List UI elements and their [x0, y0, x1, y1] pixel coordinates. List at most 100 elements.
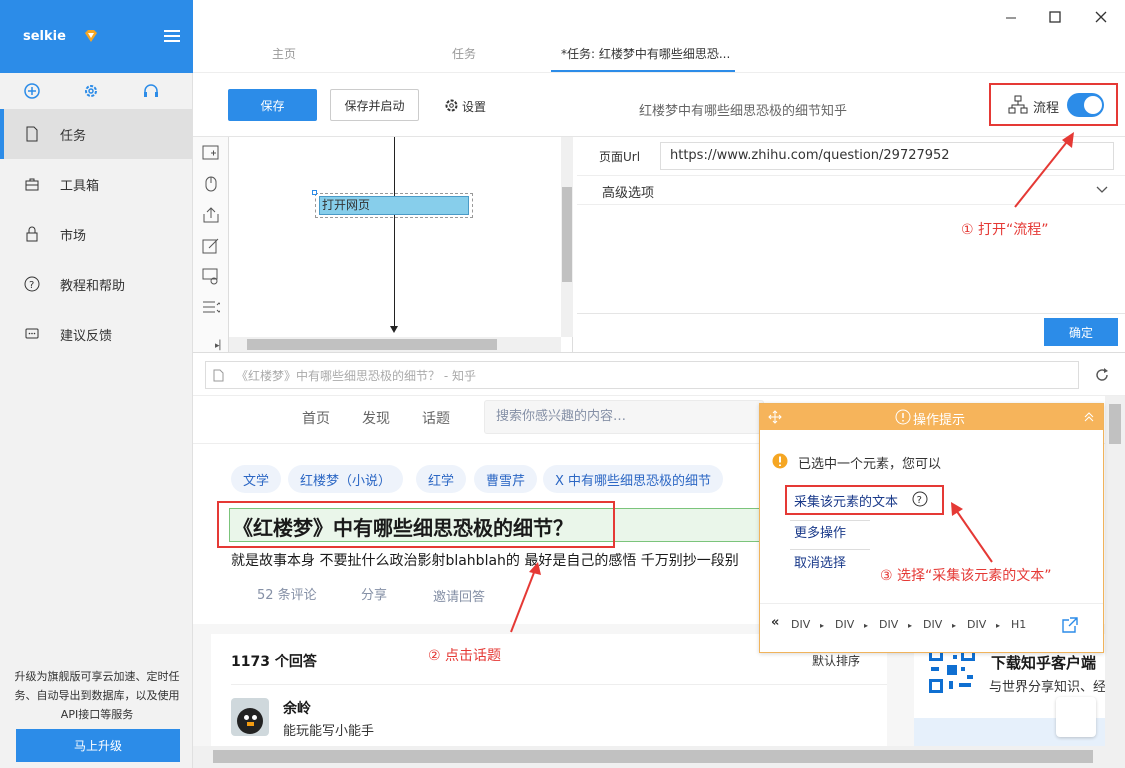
- topic-tag[interactable]: 文学: [231, 465, 282, 493]
- answers-count: 1173 个回答: [231, 654, 317, 670]
- scroll-thumb[interactable]: [247, 339, 497, 350]
- collapse-up-icon[interactable]: [1083, 411, 1095, 423]
- new-window-icon[interactable]: [202, 144, 220, 162]
- scroll-thumb[interactable]: [562, 187, 572, 282]
- settings-button[interactable]: 设置: [462, 98, 486, 115]
- horizontal-scrollbar[interactable]: [229, 337, 561, 352]
- annotation-arrow: [951, 502, 993, 563]
- breadcrumb-back-icon[interactable]: «: [771, 615, 779, 630]
- nav-topics[interactable]: 话题: [422, 408, 450, 428]
- avatar-beak: [247, 722, 254, 726]
- question-description: 就是故事本身 不要扯什么政治影射blahblah的 最好是自己的感悟 千万别抄一…: [231, 553, 739, 569]
- document-icon: [26, 126, 38, 142]
- browser-bar: 《红楼梦》中有哪些细思恐极的细节？ - 知乎: [193, 352, 1125, 396]
- sidebar-item-feedback[interactable]: 建议反馈: [0, 309, 192, 359]
- list-icon[interactable]: [202, 299, 220, 317]
- svg-text:?: ?: [29, 280, 34, 291]
- breadcrumb-item[interactable]: DIV: [967, 618, 986, 631]
- sort-dropdown[interactable]: 默认排序: [812, 652, 860, 669]
- share-link[interactable]: 分享: [361, 584, 387, 603]
- add-icon[interactable]: [24, 83, 40, 99]
- author-bio: 能玩能写小能手: [283, 724, 375, 739]
- scroll-thumb[interactable]: [1109, 404, 1121, 444]
- annotation-3: ③ 选择“采集该元素的文本”: [880, 568, 1052, 584]
- author-name[interactable]: 余岭: [283, 698, 311, 718]
- annotation-1: ① 打开“流程”: [961, 222, 1049, 238]
- breadcrumb-item[interactable]: DIV: [791, 618, 810, 631]
- tab-home[interactable]: 主页: [272, 45, 296, 62]
- extract-icon[interactable]: [202, 206, 220, 224]
- headset-icon[interactable]: [143, 83, 159, 99]
- breadcrumb-separator-icon: ▸: [996, 621, 1001, 630]
- download-title: 下载知乎客户端: [991, 654, 1097, 672]
- gear-icon[interactable]: [444, 98, 459, 113]
- toolbar: 保存 保存并启动 设置 红楼梦中有哪些细思恐极的细节知乎 流程: [193, 73, 1125, 137]
- vertical-scrollbar[interactable]: [561, 137, 573, 337]
- save-button[interactable]: 保存: [228, 89, 317, 121]
- sidebar-item-market[interactable]: 市场: [0, 209, 192, 259]
- minimize-icon[interactable]: [1005, 12, 1017, 24]
- web-vertical-scrollbar[interactable]: [1105, 396, 1125, 746]
- click-icon[interactable]: [202, 175, 220, 193]
- gear-icon[interactable]: [83, 83, 99, 99]
- annotation-arrow: [510, 562, 541, 633]
- external-link-icon[interactable]: [1061, 616, 1079, 634]
- refresh-icon[interactable]: [1094, 367, 1110, 383]
- sidebar-item-label: 建议反馈: [60, 328, 113, 344]
- comments-link[interactable]: 52 条评论: [257, 584, 317, 603]
- tab-current-task[interactable]: *任务: 红楼梦中有哪些细思恐...: [561, 45, 730, 62]
- tab-tasks[interactable]: 任务: [452, 45, 476, 62]
- selection-handle: [312, 190, 317, 195]
- divider: [790, 549, 870, 550]
- flow-label: 流程: [1033, 101, 1060, 116]
- nav-discover[interactable]: 发现: [362, 408, 390, 428]
- arrow-down-icon: [390, 326, 398, 333]
- topic-tag[interactable]: X 中有哪些细思恐极的细节: [543, 465, 724, 493]
- breadcrumb-item[interactable]: DIV: [923, 618, 942, 631]
- tab-bar: 主页 任务 *任务: 红楼梦中有哪些细思恐...: [193, 0, 1125, 73]
- question-title[interactable]: 《红楼梦》中有哪些细思恐极的细节？: [233, 512, 573, 541]
- cancel-selection-link[interactable]: 取消选择: [794, 552, 846, 571]
- more-actions-link[interactable]: 更多操作: [794, 522, 846, 541]
- advanced-label: 高级选项: [602, 186, 655, 201]
- maximize-icon[interactable]: [1049, 11, 1061, 23]
- breadcrumb-item[interactable]: DIV: [879, 618, 898, 631]
- sidebar-item-toolbox[interactable]: 工具箱: [0, 159, 192, 209]
- close-icon[interactable]: [1095, 11, 1107, 23]
- save-start-button[interactable]: 保存并启动: [330, 89, 419, 121]
- invite-link[interactable]: 邀请回答: [433, 586, 485, 605]
- flow-toggle[interactable]: [1067, 93, 1104, 117]
- menu-icon[interactable]: [164, 30, 180, 42]
- topic-tag[interactable]: 红楼梦（小说）: [288, 465, 404, 493]
- drag-move-icon[interactable]: [768, 410, 782, 424]
- edit-icon[interactable]: [202, 237, 220, 255]
- flow-line: [394, 137, 395, 329]
- sidebar-item-help[interactable]: ? 教程和帮助: [0, 259, 192, 309]
- avatar[interactable]: [231, 698, 269, 736]
- breadcrumb-item[interactable]: H1: [1011, 618, 1026, 631]
- avatar-figure: [237, 708, 263, 734]
- divider: [577, 313, 1125, 314]
- divider: [790, 520, 870, 521]
- sidebar-item-tasks[interactable]: 任务: [0, 109, 192, 159]
- breadcrumb-separator-icon: ▸: [864, 621, 869, 630]
- back-to-top-button[interactable]: [1056, 697, 1096, 737]
- breadcrumb-separator-icon: ▸: [908, 621, 913, 630]
- zhihu-search-input[interactable]: 搜索你感兴趣的内容…: [484, 400, 764, 434]
- breadcrumb-item[interactable]: DIV: [835, 618, 854, 631]
- topic-tag[interactable]: 红学: [416, 465, 467, 493]
- flow-node-open-page[interactable]: 打开网页: [319, 196, 469, 215]
- collapse-icon[interactable]: ▸▏: [215, 341, 226, 351]
- address-bar[interactable]: 《红楼梦》中有哪些细思恐极的细节？ - 知乎: [205, 361, 1079, 389]
- nav-home[interactable]: 首页: [302, 408, 330, 428]
- operation-tip-panel: 操作提示 已选中一个元素，您可以 采集该元素的文本 ? 更多操作 取消选择 «: [759, 403, 1104, 653]
- topic-tag[interactable]: 曹雪芹: [474, 465, 538, 493]
- scroll-thumb[interactable]: [213, 750, 1093, 763]
- toggle-knob: [1084, 96, 1102, 114]
- upgrade-button[interactable]: 马上升级: [16, 729, 180, 762]
- confirm-button[interactable]: 确定: [1044, 318, 1118, 346]
- sidebar-item-label: 教程和帮助: [60, 278, 126, 294]
- captcha-icon[interactable]: [202, 268, 220, 286]
- web-horizontal-scrollbar[interactable]: [193, 746, 1125, 768]
- flow-tools: ▸▏: [193, 137, 229, 352]
